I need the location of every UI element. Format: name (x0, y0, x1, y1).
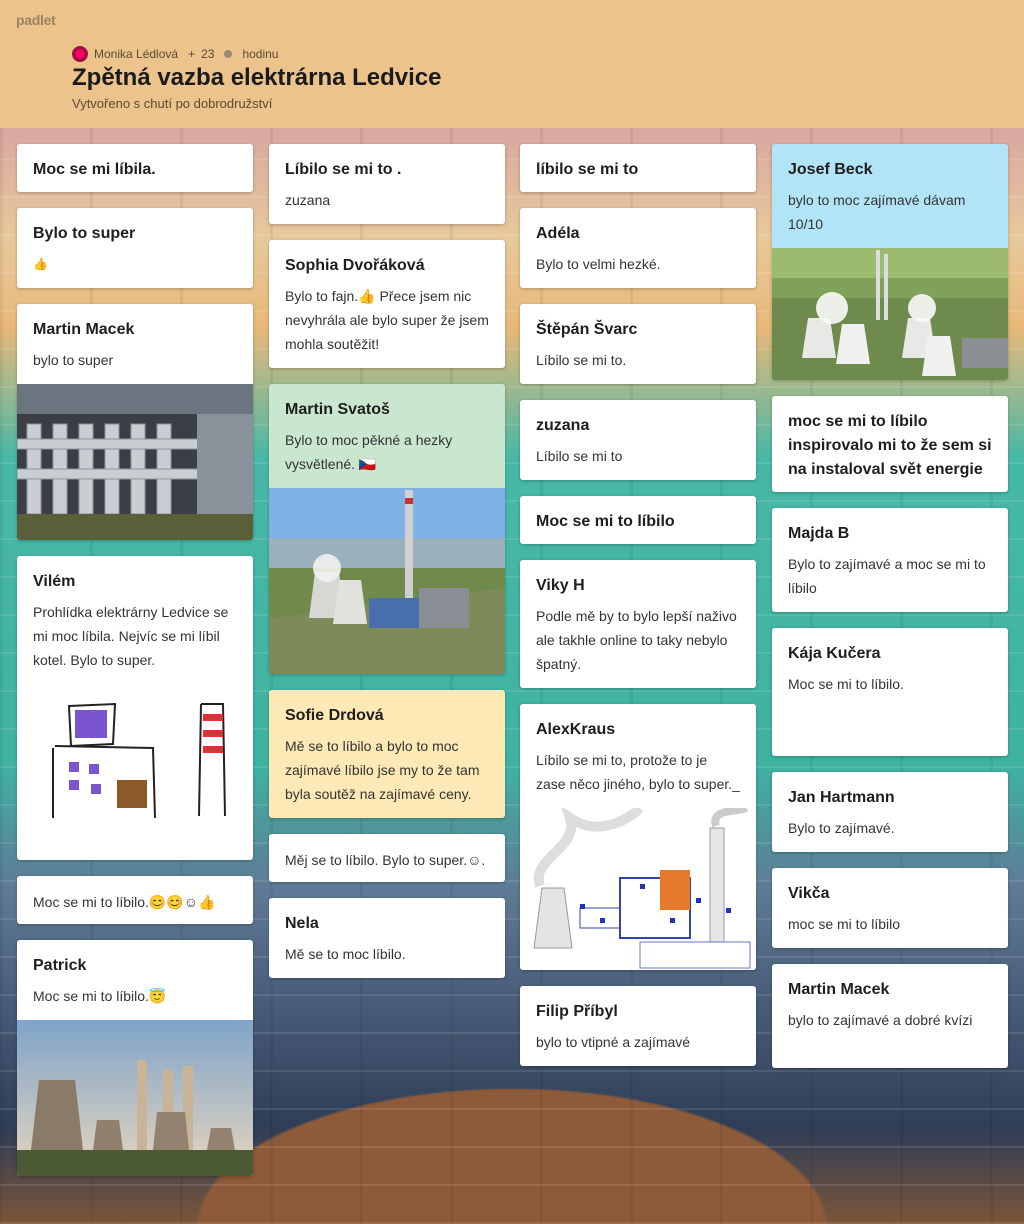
page-title: Zpětná vazba elektrárna Ledvice (72, 64, 442, 91)
post-title: Viky H (536, 577, 585, 594)
post-title: Štěpán Švarc (536, 321, 638, 338)
post-card[interactable]: Kája Kučera Moc se mi to líbilo. (772, 628, 1008, 756)
post-body: 👍 (33, 257, 48, 271)
post-title: AlexKraus (536, 721, 616, 738)
time-ago: hodinu (242, 47, 279, 61)
cooling-towers-image[interactable] (17, 1020, 253, 1176)
post-body: Bylo to zajímavé. (788, 820, 895, 836)
post-card[interactable]: Líbilo se mi to . zuzana (269, 144, 505, 224)
post-card[interactable]: Martin Macek bylo to zajímavé a dobré kv… (772, 964, 1008, 1068)
post-title: Martin Macek (788, 981, 890, 998)
post-card[interactable]: Sophia Dvořáková Bylo to fajn.👍 Přece js… (269, 240, 505, 368)
post-title: líbilo se mi to (536, 161, 639, 178)
post-body: bylo to zajímavé a dobré kvízi (788, 1012, 973, 1028)
post-title: Líbilo se mi to . (285, 161, 402, 178)
post-card[interactable]: Moc se mi to líbilo.😊😊☺👍 (17, 876, 253, 924)
post-body: Mě se to moc líbilo. (285, 946, 406, 962)
post-title: Sofie Drdová (285, 707, 384, 724)
post-title: Bylo to super (33, 225, 136, 242)
post-title: Adéla (536, 225, 580, 242)
post-card[interactable]: Adéla Bylo to velmi hezké. (520, 208, 756, 288)
post-body: Podle mě by to bylo lepší naživo ale tak… (536, 608, 737, 672)
post-meta: Monika Lédlová + 23 hodinu (72, 46, 278, 62)
post-card[interactable]: AlexKraus Líbilo se mi to, protože to je… (520, 704, 756, 970)
post-card[interactable]: Josef Beck bylo to moc zajímavé dávam 10… (772, 144, 1008, 380)
post-body: Moc se mi to líbilo.😊😊☺👍 (33, 894, 216, 910)
post-card[interactable]: Jan Hartmann Bylo to zajímavé. (772, 772, 1008, 852)
post-card[interactable]: Majda B Bylo to zajímavé a moc se mi to … (772, 508, 1008, 612)
post-card[interactable]: Nela Mě se to moc líbilo. (269, 898, 505, 978)
post-body: zuzana (285, 192, 331, 208)
power-plant-aerial-image[interactable] (269, 488, 505, 674)
post-body: bylo to vtipné a zajímavé (536, 1034, 691, 1050)
industrial-pipes-image[interactable] (17, 384, 253, 540)
contributor-count: 23 (201, 47, 215, 61)
post-title: Jan Hartmann (788, 789, 895, 806)
post-body: moc se mi to líbilo (788, 916, 901, 932)
post-body: bylo to super (33, 352, 114, 368)
post-title: Vilém (33, 573, 76, 590)
post-card[interactable]: zuzana Líbilo se mi to (520, 400, 756, 480)
post-card[interactable]: Filip Příbyl bylo to vtipné a zajímavé (520, 986, 756, 1066)
post-title: Vikča (788, 885, 830, 902)
post-body: Moc se mi to líbilo.😇 (33, 988, 167, 1004)
plus-icon: + (188, 47, 196, 61)
post-body: Mě se to líbilo a bylo to moc zajímavé l… (285, 738, 480, 802)
post-card[interactable]: Moc se mi to líbilo (520, 496, 756, 544)
header: padlet Monika Lédlová + 23 hodinu Zpětná… (0, 0, 1024, 128)
post-title: Sophia Dvořáková (285, 257, 425, 274)
avatar[interactable] (72, 46, 88, 62)
post-card[interactable]: Moc se mi líbila. (17, 144, 253, 192)
post-card[interactable]: Štěpán Švarc Líbilo se mi to. (520, 304, 756, 384)
post-title: zuzana (536, 417, 590, 434)
post-card[interactable]: Sofie Drdová Mě se to líbilo a bylo to m… (269, 690, 505, 818)
kid-drawing-image[interactable] (17, 692, 253, 832)
post-body: bylo to moc zajímavé dávam 10/10 (788, 192, 966, 232)
post-body: Líbilo se mi to. (536, 352, 627, 368)
post-card[interactable]: Měj se to líbilo. Bylo to super.☺. (269, 834, 505, 882)
post-title: Martin Svatoš (285, 401, 390, 418)
author-name[interactable]: Monika Lédlová (94, 47, 178, 61)
post-card[interactable]: líbilo se mi to (520, 144, 756, 192)
post-title: moc se mi to líbilo inspirovalo mi to že… (788, 413, 992, 478)
post-body: Měj se to líbilo. Bylo to super.☺. (285, 852, 486, 868)
post-card[interactable]: Martin Svatoš Bylo to moc pěkné a hezky … (269, 384, 505, 674)
post-title: Majda B (788, 525, 850, 542)
post-card[interactable]: Viky H Podle mě by to bylo lepší naživo … (520, 560, 756, 688)
post-body: Bylo to velmi hezké. (536, 256, 661, 272)
post-title: Patrick (33, 957, 87, 974)
post-title: Moc se mi líbila. (33, 161, 156, 178)
post-body: Líbilo se mi to (536, 448, 623, 464)
post-card[interactable]: moc se mi to líbilo inspirovalo mi to že… (772, 396, 1008, 492)
post-card[interactable]: Martin Macek bylo to super (17, 304, 253, 540)
power-plant-diagram-image[interactable] (520, 808, 756, 970)
post-title: Moc se mi to líbilo (536, 513, 675, 530)
post-card[interactable]: Patrick Moc se mi to líbilo.😇 (17, 940, 253, 1176)
post-title: Kája Kučera (788, 645, 881, 662)
post-card[interactable]: Bylo to super 👍 (17, 208, 253, 288)
post-body: Bylo to zajímavé a moc se mi to líbilo (788, 556, 986, 596)
post-card[interactable]: Vikča moc se mi to líbilo (772, 868, 1008, 948)
post-title: Martin Macek (33, 321, 135, 338)
padlet-logo[interactable]: padlet (16, 12, 56, 28)
post-title: Nela (285, 915, 319, 932)
post-body: Bylo to fajn.👍 Přece jsem nic nevyhrála … (285, 288, 489, 352)
post-body: Prohlídka elektrárny Ledvice se mi moc l… (33, 604, 229, 668)
post-body: Líbilo se mi to, protože to je zase něco… (536, 752, 740, 792)
post-body: Moc se mi to líbilo. (788, 676, 904, 692)
post-card[interactable]: Vilém Prohlídka elektrárny Ledvice se mi… (17, 556, 253, 860)
post-body: Bylo to moc pěkné a hezky vysvětlené. 🇨🇿 (285, 432, 453, 472)
power-plant-landscape-image[interactable] (772, 248, 1008, 380)
page-subtitle: Vytvořeno s chutí po dobrodružství (72, 96, 273, 111)
separator-dot-icon (224, 50, 233, 58)
post-title: Josef Beck (788, 161, 873, 178)
post-title: Filip Příbyl (536, 1003, 618, 1020)
